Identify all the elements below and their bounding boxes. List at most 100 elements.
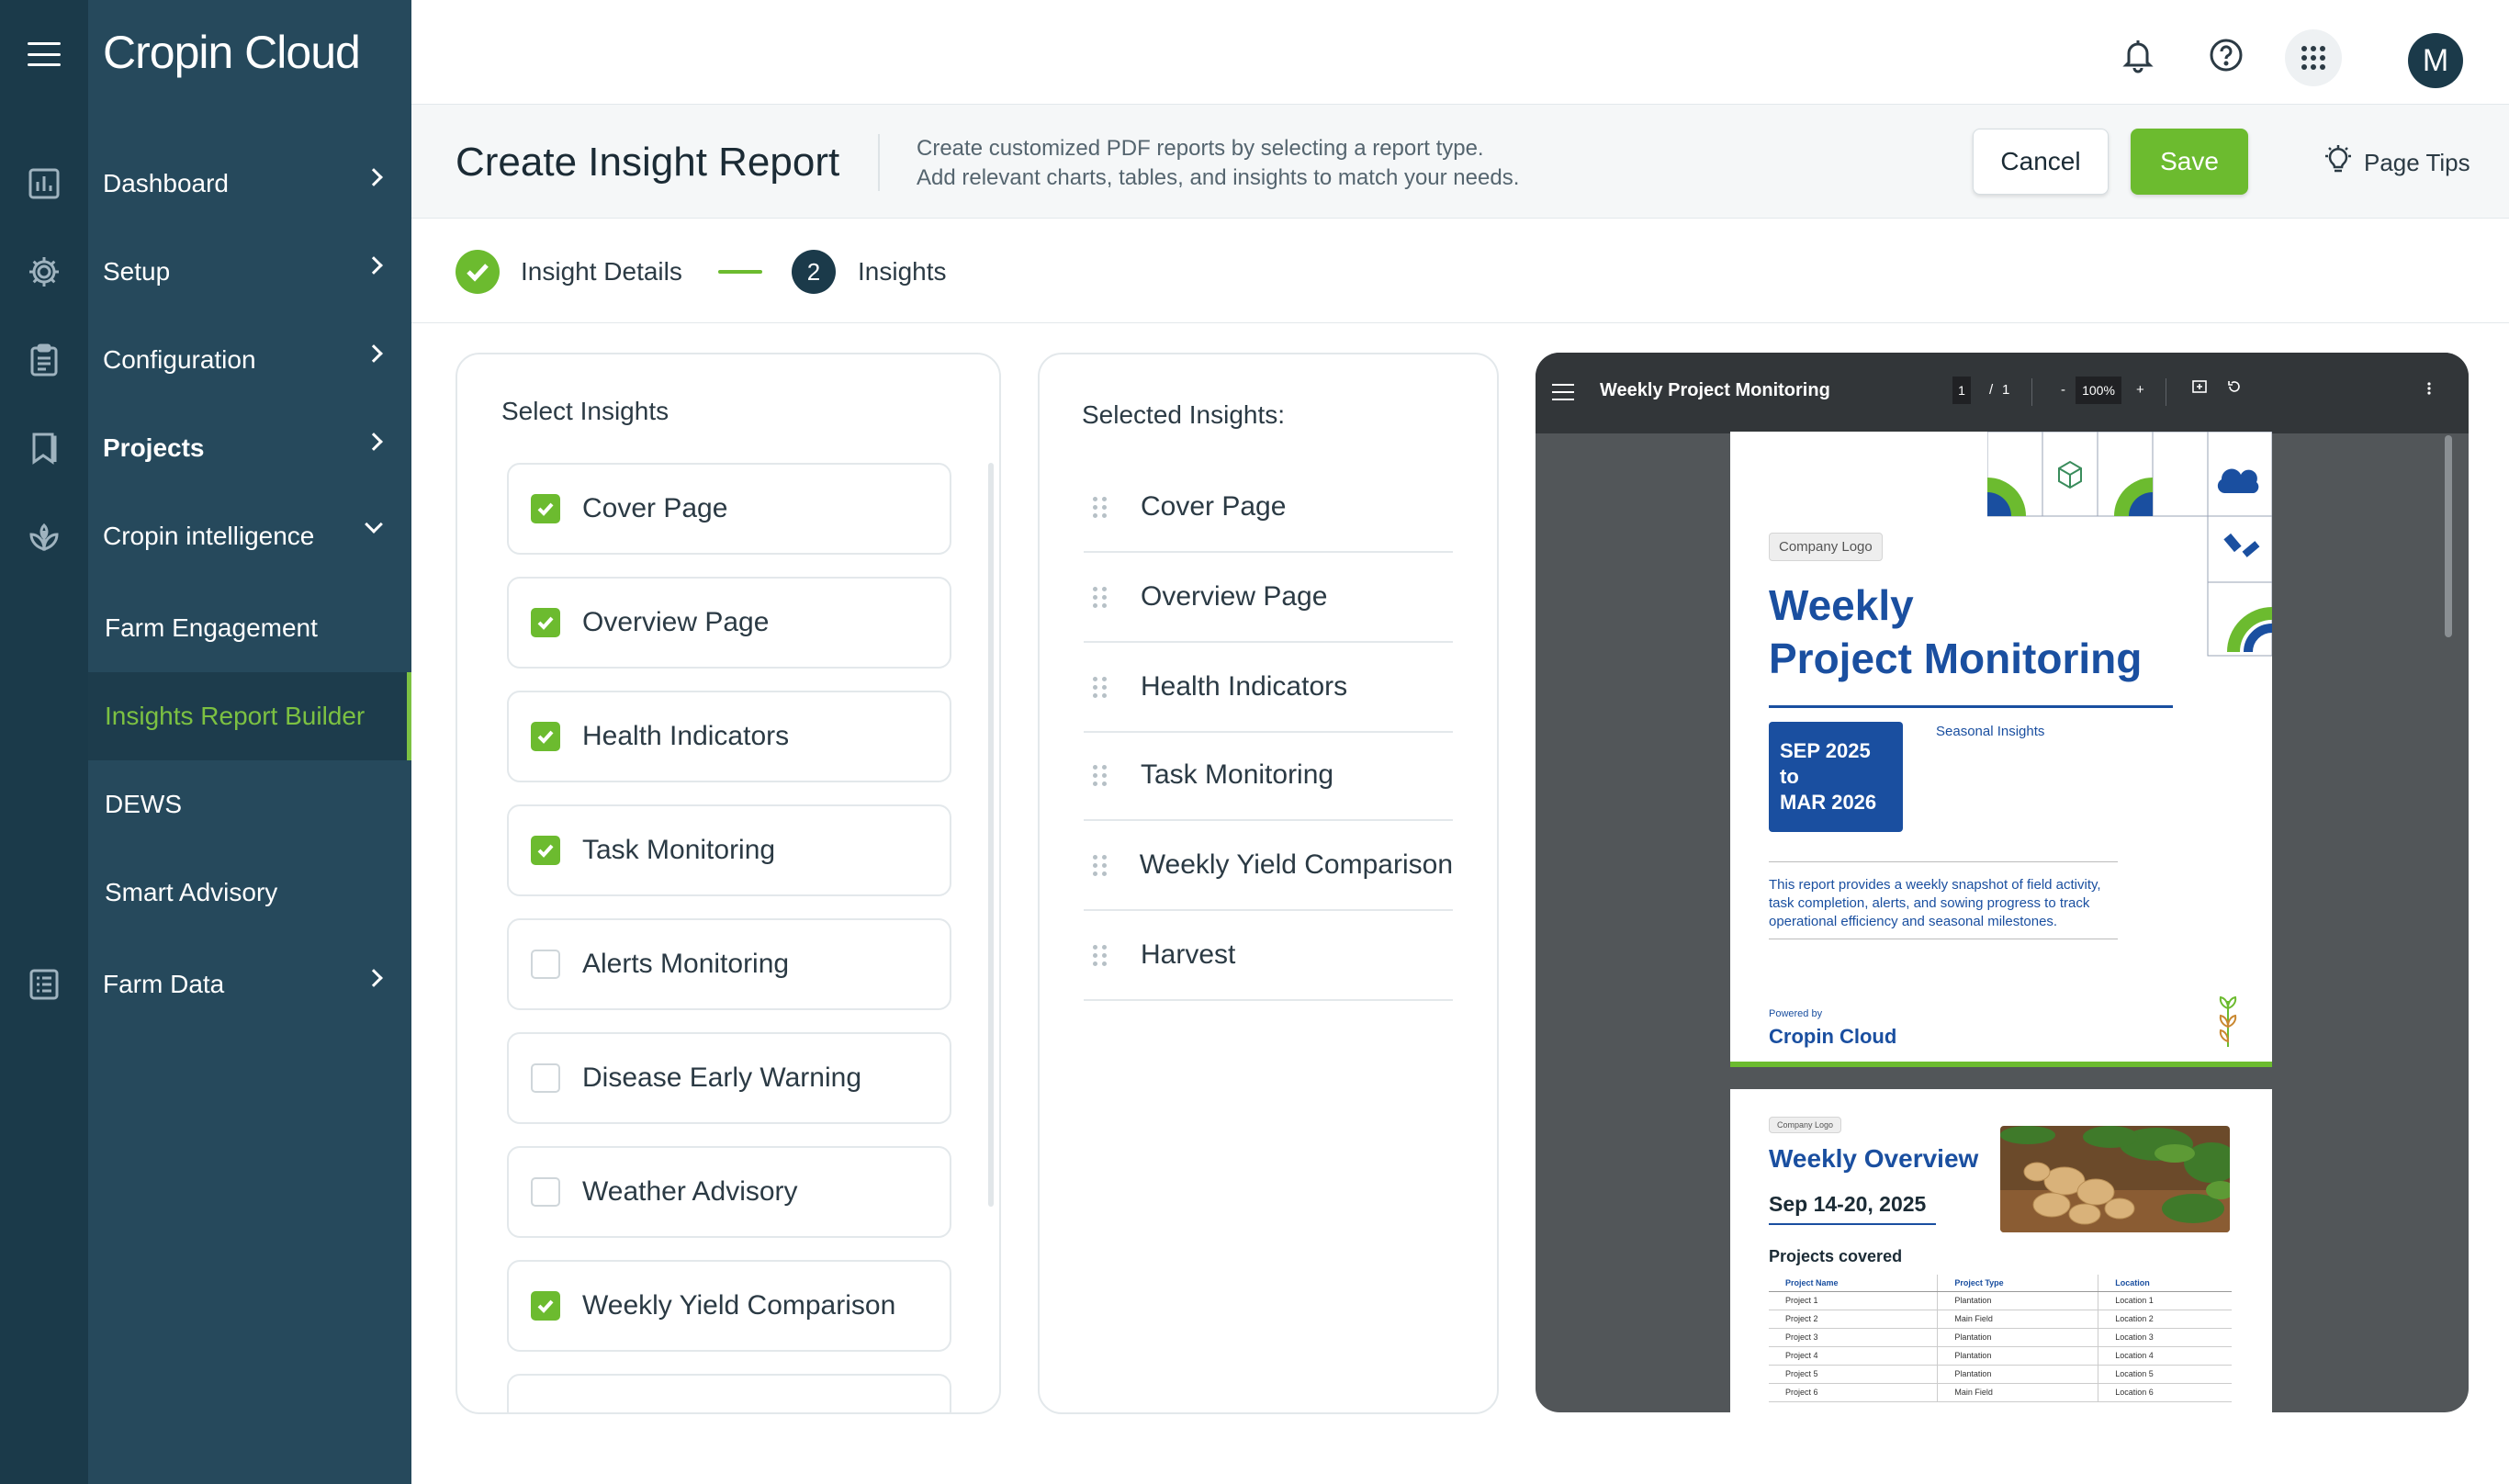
sidebar-item-projects[interactable]: Projects — [88, 404, 411, 492]
clipboard-icon[interactable] — [26, 342, 62, 378]
save-button[interactable]: Save — [2131, 129, 2248, 195]
step-insight-details[interactable]: Insight Details — [521, 257, 682, 287]
checkbox[interactable] — [531, 1177, 560, 1207]
chevron-right-icon — [365, 168, 383, 186]
drag-handle-icon[interactable] — [1093, 676, 1113, 698]
gear-icon[interactable] — [26, 253, 62, 290]
drag-handle-icon[interactable] — [1093, 854, 1112, 876]
insight-card[interactable]: Alerts Monitoring — [507, 918, 951, 1010]
more-options-icon[interactable] — [2426, 380, 2432, 400]
insight-card-label: Task Monitoring — [582, 835, 776, 865]
projects-covered-heading: Projects covered — [1769, 1247, 1903, 1265]
projects-table: Project Name Project Type Location Project… — [1769, 1275, 2232, 1402]
selected-insight-row[interactable]: Overview Page — [1084, 553, 1453, 643]
page-separator: / — [1989, 382, 1994, 398]
sidebar-item-farm-data[interactable]: Farm Data — [88, 940, 411, 1029]
sidebar-item-cropin-intelligence[interactable]: Cropin intelligence — [88, 492, 411, 580]
cover-title-line: Weekly — [1769, 581, 1914, 629]
desc-line: task completion, alerts, and sowing prog… — [1769, 895, 2090, 911]
list-icon[interactable] — [26, 966, 62, 1003]
selected-insight-row[interactable]: Task Monitoring — [1084, 731, 1453, 821]
drag-handle-icon[interactable] — [1093, 586, 1113, 608]
checkbox[interactable] — [531, 494, 560, 523]
checkbox[interactable] — [531, 722, 560, 751]
selected-insight-row[interactable]: Health Indicators — [1084, 643, 1453, 733]
insight-card[interactable]: Weekly Yield Comparison — [507, 1260, 951, 1352]
leaf-icon[interactable] — [26, 518, 62, 555]
sidebar-item-label: Farm Engagement — [105, 613, 318, 642]
menu-icon[interactable] — [28, 42, 61, 66]
dashboard-icon[interactable] — [26, 165, 62, 202]
insight-card[interactable]: Overview Page — [507, 577, 951, 669]
cover-title-line: Project Monitoring — [1769, 635, 2143, 682]
cover-title: Weekly Project Monitoring — [1769, 579, 2142, 685]
insight-card[interactable]: Health Indicators — [507, 691, 951, 782]
drag-handle-icon[interactable] — [1093, 944, 1113, 966]
page-tips-button[interactable]: Page Tips — [2322, 143, 2470, 183]
table-cell: Location 2 — [2098, 1310, 2232, 1329]
app-logo[interactable]: Cropin Cloud — [103, 26, 361, 79]
table-row: Project 2 Main Field Location 2 — [1769, 1310, 2232, 1329]
book-icon[interactable] — [26, 430, 62, 467]
date-underline — [1769, 1223, 1936, 1225]
sidebar-item-dashboard[interactable]: Dashboard — [88, 140, 411, 228]
date-range-box: SEP 2025 to MAR 2026 — [1769, 722, 1903, 832]
insight-card-label: Weather Advisory — [582, 1176, 798, 1207]
sidebar-item-configuration[interactable]: Configuration — [88, 316, 411, 404]
check-icon — [537, 1299, 554, 1313]
selected-insight-row[interactable]: Harvest — [1084, 911, 1453, 1001]
drag-handle-icon[interactable] — [1093, 496, 1113, 518]
checkbox[interactable] — [531, 1291, 560, 1321]
sidebar-item-insights-report-builder[interactable]: Insights Report Builder — [88, 672, 411, 760]
bell-icon[interactable] — [2120, 37, 2156, 73]
help-icon[interactable] — [2208, 37, 2245, 73]
insight-card-label: Health Indicators — [582, 721, 790, 751]
table-cell: Location 5 — [2098, 1365, 2232, 1384]
drag-handle-icon[interactable] — [1093, 764, 1113, 786]
insight-card[interactable]: Disease Early Warning — [507, 1032, 951, 1124]
insight-card-label: Cover Page — [582, 493, 728, 523]
cancel-button[interactable]: Cancel — [1973, 129, 2109, 195]
step-insights[interactable]: Insights — [858, 257, 947, 287]
insight-card[interactable]: Task Monitoring — [507, 804, 951, 896]
avatar[interactable]: M — [2408, 33, 2463, 88]
selected-insight-row[interactable]: Cover Page — [1084, 463, 1453, 553]
insight-card[interactable]: Cover Page — [507, 463, 951, 555]
sidebar-item-farm-engagement[interactable]: Farm Engagement — [88, 584, 411, 672]
selected-insight-row[interactable]: Weekly Yield Comparison — [1084, 821, 1453, 911]
sidebar-item-setup[interactable]: Setup — [88, 228, 411, 316]
checkbox[interactable] — [531, 1063, 560, 1093]
seasonal-tag: Seasonal Insights — [1936, 724, 2045, 739]
table-cell: Project 5 — [1769, 1365, 1938, 1384]
sidebar-item-dews[interactable]: DEWS — [88, 760, 411, 849]
powered-by: Powered by — [1769, 1008, 1823, 1019]
divider — [1769, 861, 2118, 862]
table-row: Project 3 Plantation Location 3 — [1769, 1328, 2232, 1347]
apps-grid-icon[interactable] — [2295, 39, 2332, 76]
desc-line: This report provides a weekly snapshot o… — [1769, 877, 2101, 893]
zoom-out-button[interactable]: - — [2061, 382, 2065, 398]
sidebar-item-smart-advisory[interactable]: Smart Advisory — [88, 849, 411, 937]
select-insights-panel: Select Insights Cover Page Overview Page H… — [456, 353, 1001, 1414]
page-number-input[interactable]: 1 — [1952, 377, 1971, 404]
step-number: 2 — [792, 250, 836, 294]
check-icon — [537, 616, 554, 630]
scrollbar[interactable] — [988, 463, 994, 1207]
plant-icon — [2219, 995, 2237, 1047]
zoom-in-button[interactable]: + — [2136, 382, 2144, 398]
insight-card[interactable]: Weather Advisory — [507, 1146, 951, 1238]
desc-line: operational efficiency and seasonal mile… — [1769, 914, 2058, 929]
insight-card[interactable] — [507, 1374, 951, 1412]
checkbox[interactable] — [531, 608, 560, 637]
pdf-scrollbar[interactable] — [2445, 435, 2452, 637]
checkbox[interactable] — [531, 836, 560, 865]
table-cell: Project 4 — [1769, 1346, 1938, 1366]
zoom-level[interactable]: 100% — [2076, 377, 2121, 404]
checkbox[interactable] — [531, 950, 560, 979]
fit-page-icon[interactable] — [2191, 378, 2208, 399]
panel-title: Selected Insights: — [1082, 400, 1286, 429]
pdf-menu-icon[interactable] — [1552, 384, 1574, 400]
sidebar-item-label: Insights Report Builder — [105, 702, 366, 730]
rotate-icon[interactable] — [2226, 378, 2243, 399]
step-connector — [718, 270, 762, 274]
